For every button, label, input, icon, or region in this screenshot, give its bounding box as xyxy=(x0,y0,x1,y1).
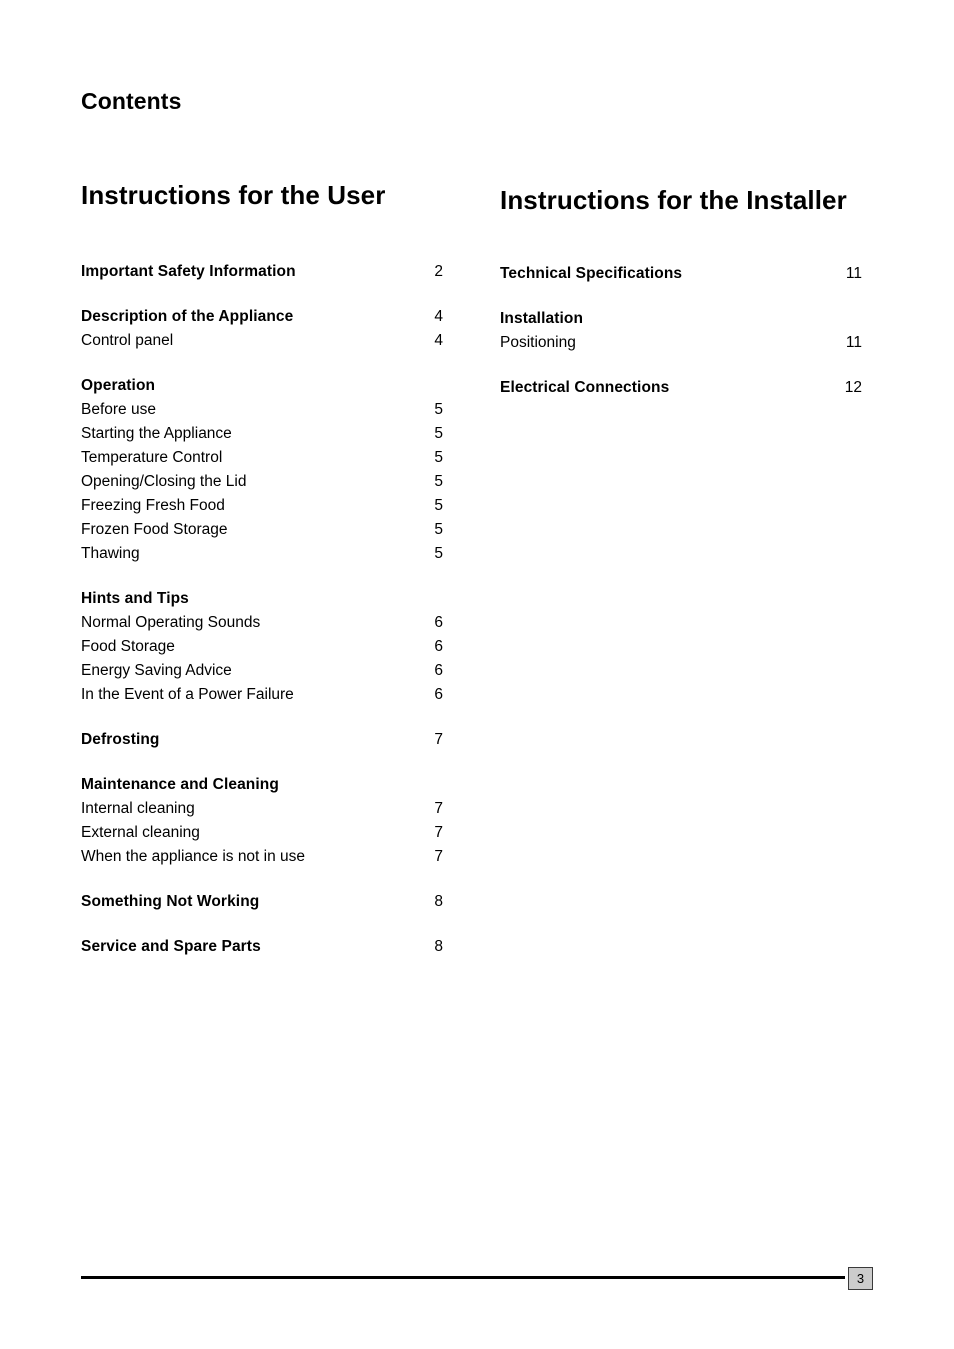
toc-entry-label: Freezing Fresh Food xyxy=(81,497,225,514)
toc-entry-label: Maintenance and Cleaning xyxy=(81,776,279,793)
toc-entry-label: Control panel xyxy=(81,332,174,349)
toc-entry[interactable]: Defrosting 7 xyxy=(81,728,443,752)
section-title-user: Instructions for the User xyxy=(81,180,386,210)
toc-entry[interactable]: Internal cleaning 7 xyxy=(81,797,443,821)
toc-entry-label: Normal Operating Sounds xyxy=(81,614,261,631)
toc-entry[interactable]: Before use 5 xyxy=(81,398,443,422)
toc-entry-page-number: 6 xyxy=(434,614,443,631)
toc-entry-label: Technical Specifications xyxy=(500,265,683,282)
toc-entry-label: Temperature Control xyxy=(81,449,223,466)
toc-entry-label: External cleaning xyxy=(81,824,200,841)
toc-entry[interactable]: Energy Saving Advice 6 xyxy=(81,659,443,683)
toc-entry-label: Description of the Appliance xyxy=(81,308,294,325)
toc-entry-label: Operation xyxy=(81,377,156,394)
toc-entry-page-number: 5 xyxy=(434,473,443,490)
toc-entry-page-number: 7 xyxy=(434,848,443,865)
toc-entry-page-number: 8 xyxy=(434,938,443,955)
toc-page: Contents Instructions for the User Impor… xyxy=(0,0,954,1349)
toc-entry[interactable]: Technical Specifications 11 xyxy=(500,262,862,286)
page-number-badge: 3 xyxy=(848,1267,873,1290)
toc-entry-label: Before use xyxy=(81,401,156,418)
toc-group: Defrosting 7 xyxy=(81,728,443,752)
toc-entry-page-number: 12 xyxy=(844,379,862,396)
toc-group: Important Safety Information 2 xyxy=(81,260,443,284)
toc-group: Installation Positioning 11 xyxy=(500,307,862,355)
toc-group: Technical Specifications 11 xyxy=(500,262,862,286)
column-instructions-for-the-installer: Instructions for the Installer Technical… xyxy=(500,180,862,400)
toc-entry[interactable]: Maintenance and Cleaning xyxy=(81,773,443,797)
toc-entry[interactable]: Positioning 11 xyxy=(500,331,862,355)
toc-entry-label: Energy Saving Advice xyxy=(81,662,232,679)
toc-entry-page-number: 6 xyxy=(434,638,443,655)
toc-entry[interactable]: Temperature Control 5 xyxy=(81,446,443,470)
toc-entry-page-number: 7 xyxy=(434,800,443,817)
toc-entry-page-number: 4 xyxy=(434,308,443,325)
toc-entry-label: In the Event of a Power Failure xyxy=(81,686,294,703)
toc-entry[interactable]: Important Safety Information 2 xyxy=(81,260,443,284)
toc-entry[interactable]: Service and Spare Parts 8 xyxy=(81,935,443,959)
toc-entry-label: When the appliance is not in use xyxy=(81,848,306,865)
toc-entry[interactable]: Description of the Appliance 4 xyxy=(81,305,443,329)
toc-entry-page-number: 5 xyxy=(434,521,443,538)
toc-entry-label: Food Storage xyxy=(81,638,175,655)
toc-entry[interactable]: Operation xyxy=(81,374,443,398)
toc-entry-page-number: 6 xyxy=(434,686,443,703)
toc-entry-page-number: 8 xyxy=(434,893,443,910)
toc-group: Electrical Connections 12 xyxy=(500,376,862,400)
toc-entry-label: Positioning xyxy=(500,334,576,351)
toc-entry[interactable]: Hints and Tips xyxy=(81,587,443,611)
toc-entry-page-number: 5 xyxy=(434,425,443,442)
toc-entry-label: Thawing xyxy=(81,545,140,562)
toc-entry[interactable]: Installation xyxy=(500,307,862,331)
toc-entry-label: Internal cleaning xyxy=(81,800,195,817)
toc-entry[interactable]: Control panel 4 xyxy=(81,329,443,353)
toc-group: Maintenance and Cleaning Internal cleanin… xyxy=(81,773,443,869)
toc-entry-label: Opening/Closing the Lid xyxy=(81,473,247,490)
toc-entry-label: Important Safety Information xyxy=(81,263,296,280)
toc-entry[interactable]: Freezing Fresh Food 5 xyxy=(81,494,443,518)
toc-entry-page-number: 5 xyxy=(434,401,443,418)
toc-entry-label: Frozen Food Storage xyxy=(81,521,228,538)
toc-group-list-left: Important Safety Information 2 Description… xyxy=(81,260,443,959)
toc-entry-page-number: 7 xyxy=(434,824,443,841)
toc-entry-label: Electrical Connections xyxy=(500,379,670,396)
page-title: Contents xyxy=(81,88,182,114)
toc-group: Hints and Tips Normal Operating Sounds 6 Fo… xyxy=(81,587,443,707)
toc-entry-page-number: 4 xyxy=(434,332,443,349)
toc-entry[interactable]: Electrical Connections 12 xyxy=(500,376,862,400)
toc-group: Service and Spare Parts 8 xyxy=(81,935,443,959)
toc-entry[interactable]: Food Storage 6 xyxy=(81,635,443,659)
toc-entry[interactable]: Normal Operating Sounds 6 xyxy=(81,611,443,635)
toc-entry-label: Installation xyxy=(500,310,584,327)
toc-entry-page-number: 11 xyxy=(845,265,862,282)
toc-entry-label: Hints and Tips xyxy=(81,590,189,607)
toc-group-list-right: Technical Specifications 11 Installation Po… xyxy=(500,262,862,400)
toc-entry-page-number: 11 xyxy=(845,334,862,351)
toc-entry[interactable]: When the appliance is not in use 7 xyxy=(81,845,443,869)
toc-entry[interactable]: Starting the Appliance 5 xyxy=(81,422,443,446)
toc-entry[interactable]: In the Event of a Power Failure 6 xyxy=(81,683,443,707)
toc-entry[interactable]: Frozen Food Storage 5 xyxy=(81,518,443,542)
toc-entry-page-number: 5 xyxy=(434,497,443,514)
toc-entry[interactable]: Something Not Working 8 xyxy=(81,890,443,914)
toc-entry-label: Something Not Working xyxy=(81,893,260,910)
column-instructions-for-the-user: Instructions for the User Important Safe… xyxy=(81,180,443,959)
footer-divider xyxy=(81,1276,845,1279)
toc-entry-label: Defrosting xyxy=(81,731,160,748)
toc-group: Something Not Working 8 xyxy=(81,890,443,914)
toc-entry-page-number: 2 xyxy=(434,263,443,280)
section-title-installer: Instructions for the Installer xyxy=(500,185,847,215)
toc-entry-label: Starting the Appliance xyxy=(81,425,232,442)
toc-entry-page-number: 7 xyxy=(434,731,443,748)
toc-entry-label: Service and Spare Parts xyxy=(81,938,261,955)
toc-entry[interactable]: External cleaning 7 xyxy=(81,821,443,845)
toc-group: Operation Before use 5 Starting the Applian… xyxy=(81,374,443,566)
toc-group: Description of the Appliance 4 Control pan… xyxy=(81,305,443,353)
toc-entry-page-number: 5 xyxy=(434,449,443,466)
toc-entry-page-number: 6 xyxy=(434,662,443,679)
toc-entry[interactable]: Opening/Closing the Lid 5 xyxy=(81,470,443,494)
toc-entry-page-number: 5 xyxy=(434,545,443,562)
toc-entry[interactable]: Thawing 5 xyxy=(81,542,443,566)
